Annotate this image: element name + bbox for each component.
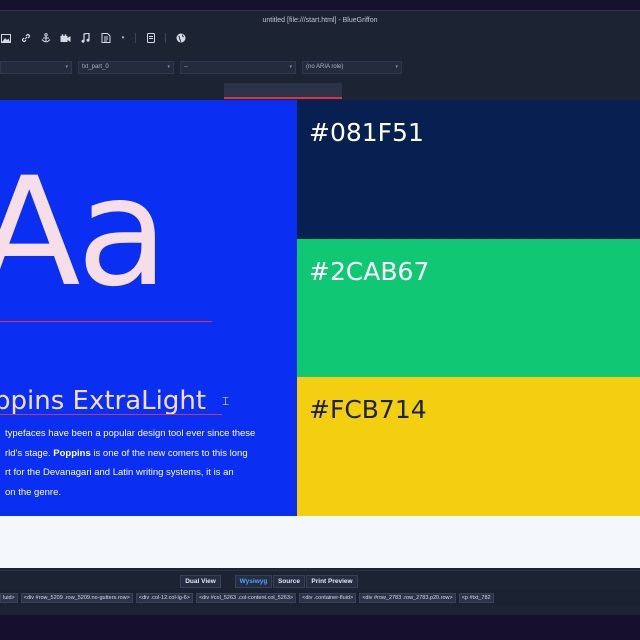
desc-line-1: typefaces have been a popular design too…: [5, 428, 256, 439]
path-crumb[interactable]: <div #row_5209 .row_5209.no-gutters.row>: [20, 592, 133, 603]
chevron-down-icon: ▾: [289, 64, 292, 70]
swatch-hex-label: #081F51: [309, 118, 424, 147]
desc-line-3: rt for the Devanagari and Latin writing …: [5, 467, 234, 478]
style-select[interactable]: -- ▾: [180, 61, 296, 74]
note-icon[interactable]: [145, 33, 156, 44]
chevron-down-icon: ▾: [167, 64, 170, 70]
element-path-bar: luid> <div #row_5209 .row_5209.no-gutter…: [0, 590, 640, 605]
link-icon[interactable]: [20, 33, 31, 44]
font-name-heading[interactable]: ppins ExtraLight: [0, 386, 206, 416]
text-cursor-icon: ⌶: [222, 394, 230, 408]
path-crumb[interactable]: <p #txt_782: [458, 592, 494, 603]
video-icon[interactable]: [60, 33, 71, 44]
wysiwyg-button[interactable]: Wysiwyg: [235, 575, 272, 588]
swatch-hex-label: #2CAB67: [309, 257, 430, 286]
typography-panel[interactable]: Aa ppins ExtraLight ⌶ typefaces have bee…: [0, 100, 297, 516]
anchor-icon[interactable]: [40, 33, 51, 44]
class-value: txt_part_0: [82, 64, 109, 70]
desc-line-2-rest: is one of the new comers to this long: [90, 447, 248, 459]
view-mode-bar: Dual View Wysiwyg Source Print Preview: [0, 570, 640, 590]
path-crumb[interactable]: <div #col_5263 .col-content.col_5263>: [195, 592, 297, 603]
window-title: untitled [file:///start.html] - BlueGrif…: [262, 16, 378, 24]
element-select[interactable]: ▾: [0, 61, 72, 74]
chevron-down-icon: ▾: [65, 64, 68, 70]
path-crumb[interactable]: <div #row_2783 .row_2783.p20.row>: [359, 592, 456, 603]
color-swatch-yellow[interactable]: #FCB714: [297, 377, 640, 516]
main-toolbar: ▾: [0, 29, 640, 47]
path-crumb[interactable]: <div .container-fluid>: [299, 592, 357, 603]
desc-bold-word: Poppins: [53, 447, 91, 459]
ruler-highlight: [224, 97, 342, 99]
aria-role-value: (no ARIA role): [306, 64, 344, 70]
swatch-hex-label: #FCB714: [309, 395, 427, 424]
form-icon[interactable]: [100, 33, 111, 44]
description-paragraph[interactable]: typefaces have been a popular design too…: [5, 424, 290, 502]
toolbar-separator: [135, 33, 136, 43]
top-edge: [0, 0, 640, 10]
audio-icon[interactable]: [80, 33, 91, 44]
ruler-selection[interactable]: [224, 83, 342, 97]
bottom-edge: [0, 615, 640, 640]
style-value: --: [184, 64, 188, 70]
aria-role-select[interactable]: (no ARIA role) ▾: [302, 61, 402, 74]
selection-underline: [0, 414, 222, 415]
chevron-down-icon: ▾: [395, 64, 398, 70]
source-button[interactable]: Source: [273, 575, 305, 588]
image-icon[interactable]: [0, 33, 11, 44]
desc-line-2: rld's stage.: [5, 447, 54, 459]
selection-underline: [0, 321, 212, 322]
properties-bar: ▾ txt_part_0 ▾ -- ▾ (no ARIA role) ▾: [0, 61, 640, 75]
path-crumb[interactable]: luid>: [0, 592, 18, 603]
edit-canvas[interactable]: Aa ppins ExtraLight ⌶ typefaces have bee…: [0, 100, 640, 568]
print-preview-button[interactable]: Print Preview: [306, 575, 358, 588]
hero-letters[interactable]: Aa: [0, 158, 169, 308]
color-swatch-navy[interactable]: #081F51: [297, 100, 640, 239]
chevron-down-icon[interactable]: ▾: [120, 33, 126, 44]
desc-line-4: on the genre.: [5, 486, 61, 498]
class-select[interactable]: txt_part_0 ▾: [78, 61, 174, 74]
color-swatch-green[interactable]: #2CAB67: [297, 239, 640, 377]
toolbar-separator: [165, 33, 166, 43]
dual-view-button[interactable]: Dual View: [180, 575, 221, 588]
globe-icon[interactable]: [175, 33, 186, 44]
path-crumb[interactable]: <div .col-12.col-lg-6>: [135, 592, 193, 603]
